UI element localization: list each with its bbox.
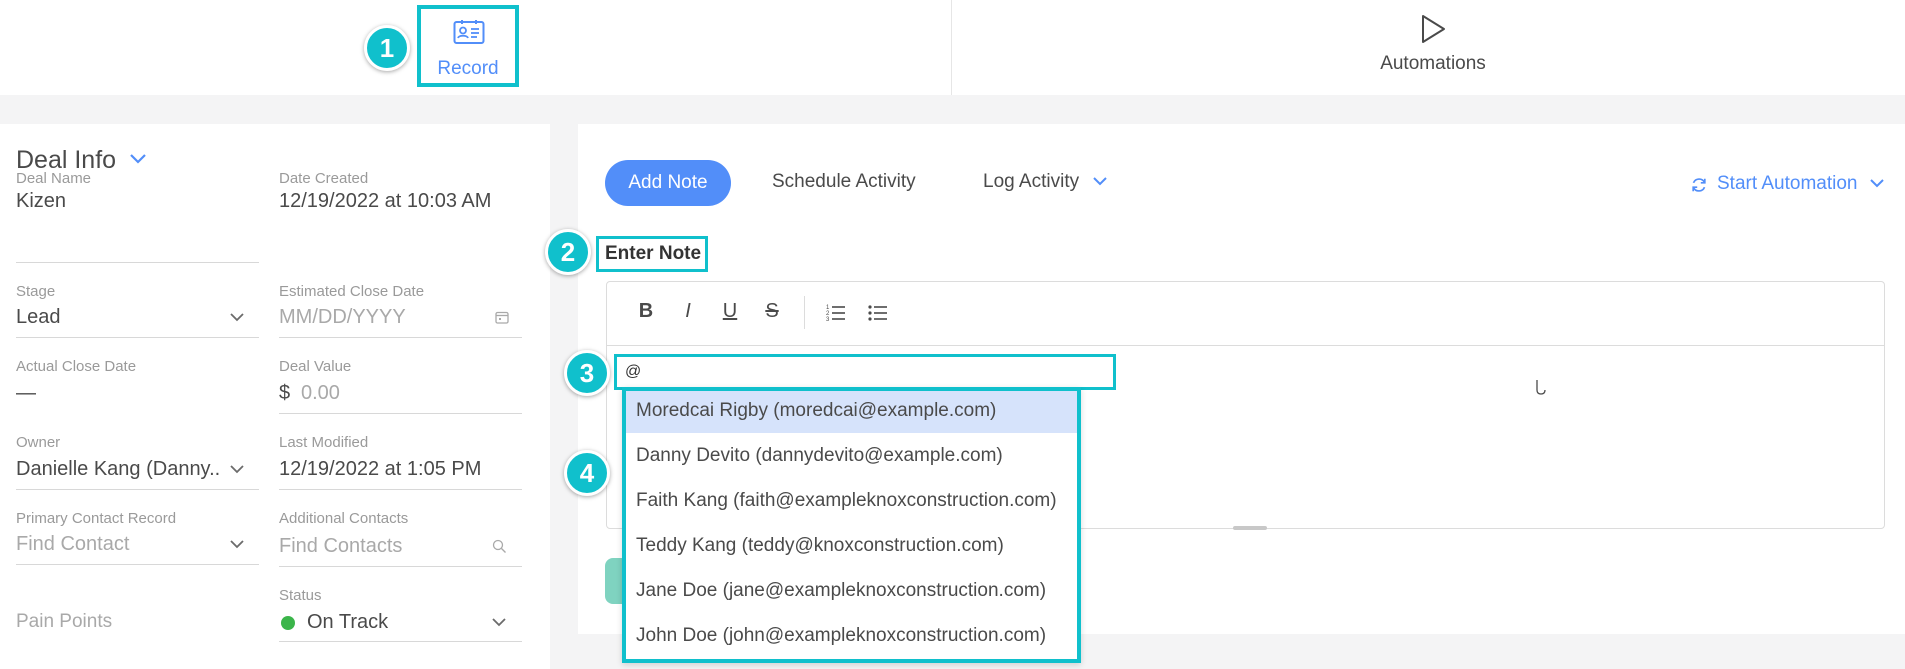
primary-contact-label: Primary Contact Record <box>16 510 177 527</box>
deal-name-underline <box>16 262 259 263</box>
primary-contact-chevron-down-icon[interactable] <box>228 538 246 550</box>
stage-value[interactable]: Lead <box>16 306 61 329</box>
search-icon[interactable] <box>492 539 507 554</box>
calendar-icon[interactable] <box>495 310 509 324</box>
actual-close-date-label: Actual Close Date <box>16 358 137 375</box>
mention-option[interactable]: John Doe (john@exampleknoxconstruction.c… <box>626 613 1077 658</box>
deal-value-label: Deal Value <box>279 358 352 375</box>
tab-automations-label: Automations <box>1380 53 1486 74</box>
owner-chevron-down-icon[interactable] <box>228 463 246 475</box>
deal-value-input[interactable]: 0.00 <box>301 382 340 405</box>
status-dot <box>281 616 295 630</box>
top-tab-bar: Record Automations <box>0 0 1905 95</box>
log-activity-button[interactable]: Log Activity <box>983 171 1079 193</box>
status-underline <box>279 641 522 642</box>
editor-resize-handle[interactable] <box>1233 526 1267 530</box>
mention-option[interactable]: Faith Kang (faith@exampleknoxconstructio… <box>626 478 1077 523</box>
deal-name-label: Deal Name <box>16 170 92 187</box>
date-created-label: Date Created <box>279 170 369 187</box>
strikethrough-button[interactable]: S <box>760 300 784 323</box>
ordered-list-icon[interactable]: 1 2 3 <box>826 303 846 321</box>
mention-dropdown: Moredcai Rigby (moredcai@example.com) Da… <box>622 387 1081 663</box>
primary-contact-input[interactable]: Find Contact <box>16 533 129 556</box>
step-badge-3: 3 <box>564 350 610 396</box>
step-badge-1: 1 <box>364 25 410 71</box>
estimated-close-date-label: Estimated Close Date <box>279 283 425 300</box>
italic-button[interactable]: I <box>676 300 700 323</box>
editor-toolbar-divider <box>606 345 1885 346</box>
enter-note-label: Enter Note <box>596 236 708 272</box>
additional-contacts-input[interactable]: Find Contacts <box>279 535 402 558</box>
mention-option[interactable]: Danny Devito (dannydevito@example.com) <box>626 433 1077 478</box>
underline-button[interactable]: U <box>718 300 742 323</box>
deal-name-value[interactable]: Kizen <box>16 190 66 213</box>
id-card-icon <box>453 19 485 45</box>
add-note-button[interactable]: Add Note <box>605 160 731 206</box>
actual-close-date-value: — <box>16 382 36 404</box>
owner-underline <box>16 489 259 490</box>
primary-contact-underline <box>16 564 259 565</box>
start-automation-button[interactable]: Start Automation <box>1717 173 1857 195</box>
last-modified-underline <box>279 489 522 490</box>
tab-divider <box>951 0 952 95</box>
additional-contacts-underline <box>279 566 522 567</box>
tab-record-label: Record <box>437 58 499 79</box>
status-label: Status <box>279 587 322 604</box>
owner-value[interactable]: Danielle Kang (Danny... <box>16 458 221 481</box>
last-modified-label: Last Modified <box>279 434 369 451</box>
stage-label: Stage <box>16 283 56 300</box>
mention-option[interactable]: Jane Doe (jane@exampleknoxconstruction.c… <box>626 568 1077 613</box>
deal-value-currency: $ <box>279 382 291 404</box>
deal-value-underline <box>279 413 522 414</box>
schedule-activity-button[interactable]: Schedule Activity <box>772 171 916 193</box>
step-badge-4: 4 <box>564 450 610 496</box>
stage-chevron-down-icon[interactable] <box>228 311 246 323</box>
bullet-list-icon[interactable] <box>868 303 888 321</box>
tab-automations[interactable]: Automations <box>1350 8 1516 88</box>
mention-input[interactable]: @ <box>614 354 1116 390</box>
pain-points-label[interactable]: Pain Points <box>16 611 112 633</box>
deal-info-chevron-down-icon[interactable] <box>128 152 148 166</box>
estimated-close-date-underline <box>279 337 522 338</box>
estimated-close-date-input[interactable]: MM/DD/YYYY <box>279 306 406 329</box>
mention-option[interactable]: Teddy Kang (teddy@knoxconstruction.com) <box>626 523 1077 568</box>
log-activity-chevron-down-icon[interactable] <box>1091 175 1109 187</box>
cursor-icon <box>1535 378 1547 396</box>
toolbar-separator <box>804 296 805 329</box>
status-chevron-down-icon[interactable] <box>490 616 508 628</box>
last-modified-value: 12/19/2022 at 1:05 PM <box>279 458 482 480</box>
svg-text:3: 3 <box>826 317 830 321</box>
status-value[interactable]: On Track <box>307 611 388 634</box>
tab-record[interactable]: Record <box>417 5 519 87</box>
bold-button[interactable]: B <box>634 300 658 323</box>
start-automation-chevron-down-icon[interactable] <box>1868 177 1886 189</box>
owner-label: Owner <box>16 434 61 451</box>
play-icon <box>1419 13 1447 45</box>
stage-underline <box>16 337 259 338</box>
additional-contacts-label: Additional Contacts <box>279 510 409 527</box>
step-badge-2: 2 <box>545 229 591 275</box>
mention-option[interactable]: Moredcai Rigby (moredcai@example.com) <box>626 391 1077 433</box>
deal-info-panel: Deal Info Deal Name Kizen Date Created 1… <box>0 124 550 669</box>
date-created-value: 12/19/2022 at 10:03 AM <box>279 190 492 212</box>
refresh-icon[interactable] <box>1690 176 1708 194</box>
